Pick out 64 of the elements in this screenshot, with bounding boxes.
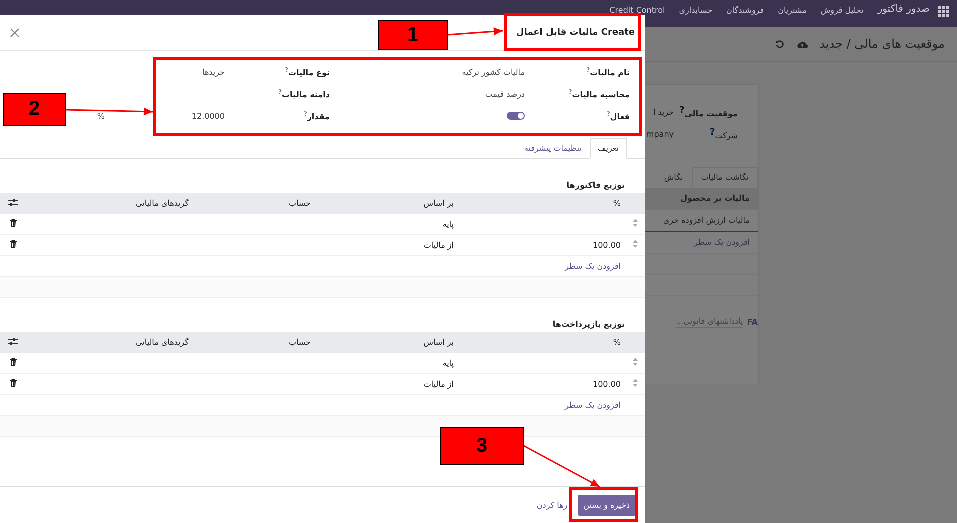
trash-icon[interactable] <box>10 358 16 366</box>
breadcrumb: موقعیت های مالی / جدید <box>820 37 945 51</box>
section-title: توزیع فاکتورها <box>566 181 626 192</box>
field-label: نوع مالیات$^{?}$ <box>284 66 330 78</box>
table-cell: 100.00 <box>593 240 621 250</box>
callout-label: 3 <box>440 427 524 465</box>
dialog-title: Create مالیات قابل اعمال <box>516 28 635 38</box>
add-line-link[interactable]: افزودن یک سطر <box>565 400 621 410</box>
amount-field[interactable]: 12.0000 <box>115 112 225 120</box>
app-name: صدور فاکتور <box>878 4 930 15</box>
field-label: محاسبه مالیات$^{?}$ <box>568 88 630 100</box>
close-icon[interactable] <box>10 28 20 38</box>
tab[interactable]: تعریف <box>590 138 627 159</box>
callout-label: 2 <box>3 93 66 126</box>
table-cell: از مالیات <box>424 240 454 250</box>
toggle-switch[interactable] <box>507 112 525 120</box>
nav-menu-item[interactable]: حسابداری <box>679 4 713 15</box>
add-line-link[interactable]: افزودن یک سطر <box>565 262 621 270</box>
trash-icon[interactable] <box>10 219 16 227</box>
nav-menu-item[interactable]: فروشندگان <box>726 4 764 15</box>
trash-icon[interactable] <box>10 240 16 248</box>
tab[interactable]: تنظیمات پیشرفته <box>516 138 590 159</box>
section-title: توزیع بازپرداخت‌ها <box>552 320 626 331</box>
field-value[interactable]: مالیات کشور ترکیه <box>415 68 525 76</box>
drag-handle-icon[interactable] <box>632 240 638 248</box>
unit-label: % <box>97 112 105 120</box>
drag-handle-icon[interactable] <box>632 379 638 387</box>
column-header[interactable]: حساب <box>193 193 315 214</box>
table-cell: از مالیات <box>424 380 454 388</box>
column-settings-icon[interactable] <box>8 198 18 207</box>
nav-menu-item[interactable]: مشتریان <box>778 4 807 15</box>
callout-arrow <box>448 28 504 36</box>
language-code: FA <box>747 318 758 326</box>
column-header[interactable]: گریدهای مالیاتی <box>26 332 193 353</box>
undo-icon[interactable] <box>774 39 785 49</box>
drag-handle-icon[interactable] <box>632 358 638 366</box>
column-header[interactable]: بر اساس <box>315 193 458 214</box>
column-header[interactable]: حساب <box>193 332 315 353</box>
nav-menu-item[interactable]: تحلیل فروش <box>820 4 864 15</box>
callout-label: 1 <box>378 20 448 50</box>
cloud-upload-icon[interactable] <box>796 40 808 48</box>
field-label: دامنه مالیات$^{?}$ <box>278 88 330 100</box>
app-grid-icon[interactable] <box>938 6 949 17</box>
field-label: نام مالیات$^{?}$ <box>586 66 630 78</box>
column-header[interactable]: گریدهای مالیاتی <box>26 193 193 214</box>
discard-button[interactable]: رها کردن <box>534 498 570 512</box>
column-header[interactable]: % <box>458 193 625 214</box>
field-value[interactable]: درصد قیمت <box>415 90 525 98</box>
column-header[interactable]: بر اساس <box>315 332 458 353</box>
drag-handle-icon[interactable] <box>632 219 638 227</box>
field-label: مقدار$^{?}$ <box>302 110 330 122</box>
save-close-button[interactable]: ذخیره و بستن <box>578 494 636 516</box>
column-settings-icon[interactable] <box>8 337 18 346</box>
field-value[interactable]: خریدها <box>115 68 225 76</box>
tab[interactable]: نگاش <box>655 167 692 188</box>
table-cell: 100.00 <box>593 380 621 388</box>
trash-icon[interactable] <box>10 379 16 387</box>
table-cell: پایه <box>442 358 454 368</box>
highlight-frame <box>570 488 638 522</box>
table-cell: پایه <box>442 220 454 228</box>
field-value: mpany <box>646 130 674 138</box>
field-label: فعال$^{?}$ <box>606 110 630 122</box>
nav-menu-item[interactable]: Credit Control <box>610 4 666 15</box>
column-header[interactable]: % <box>458 332 625 353</box>
